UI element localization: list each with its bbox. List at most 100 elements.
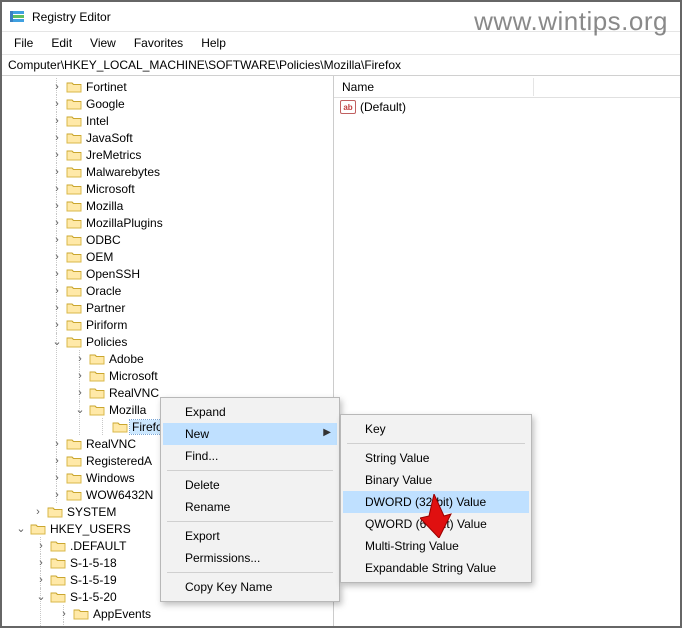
expand-icon[interactable]: › (50, 472, 64, 484)
expand-icon[interactable]: › (34, 557, 48, 569)
expand-icon[interactable]: › (57, 625, 71, 627)
expand-icon[interactable]: › (34, 574, 48, 586)
expand-icon[interactable]: › (50, 98, 64, 110)
ctx-find[interactable]: Find... (163, 445, 337, 467)
string-value-icon: ab (340, 100, 356, 114)
ctx-permissions[interactable]: Permissions... (163, 547, 337, 569)
collapse-icon[interactable]: ⌄ (50, 335, 64, 348)
tree-node[interactable]: › Google (56, 95, 333, 112)
expand-icon[interactable]: › (50, 166, 64, 178)
menu-bar: File Edit View Favorites Help (2, 32, 680, 55)
expand-icon[interactable]: › (50, 489, 64, 501)
tree-node[interactable]: › ODBC (56, 231, 333, 248)
tree-node[interactable]: › Microsoft (79, 367, 333, 384)
ctx-copy-key-name[interactable]: Copy Key Name (163, 576, 337, 598)
tree-node[interactable]: › MozillaPlugins (56, 214, 333, 231)
tree-node[interactable]: › Adobe (79, 350, 333, 367)
ctx-delete[interactable]: Delete (163, 474, 337, 496)
tree-node-label: Microsoft (107, 369, 160, 383)
expand-icon[interactable]: › (31, 506, 45, 518)
folder-icon (66, 182, 82, 196)
expand-icon[interactable]: › (50, 455, 64, 467)
tree-node[interactable]: › JavaSoft (56, 129, 333, 146)
expand-icon[interactable]: › (50, 132, 64, 144)
new-dword[interactable]: DWORD (32-bit) Value (343, 491, 529, 513)
collapse-icon[interactable]: ⌄ (73, 403, 87, 416)
expand-icon[interactable]: › (50, 268, 64, 280)
tree-node-label: Microsoft (84, 182, 137, 196)
expand-icon[interactable]: › (50, 183, 64, 195)
expand-icon[interactable]: › (50, 302, 64, 314)
tree-node[interactable]: › Piriform (56, 316, 333, 333)
ctx-expand[interactable]: Expand (163, 401, 337, 423)
tree-node-label: Mozilla (107, 403, 148, 417)
menu-view[interactable]: View (82, 34, 124, 52)
collapse-icon[interactable]: ⌄ (34, 590, 48, 603)
tree-node-label: S-1-5-20 (68, 590, 119, 604)
folder-icon (50, 556, 66, 570)
tree-node[interactable]: › Intel (56, 112, 333, 129)
menu-help[interactable]: Help (193, 34, 234, 52)
folder-icon (66, 131, 82, 145)
expand-icon[interactable]: › (50, 115, 64, 127)
collapse-icon[interactable]: ⌄ (14, 522, 28, 535)
tree-node-label: Console (91, 624, 139, 627)
value-name: (Default) (360, 100, 406, 114)
new-string[interactable]: String Value (343, 447, 529, 469)
expand-icon[interactable]: › (73, 387, 87, 399)
tree-node-label: Windows (84, 471, 137, 485)
menu-file[interactable]: File (6, 34, 41, 52)
expand-icon[interactable]: › (50, 200, 64, 212)
column-name[interactable]: Name (334, 78, 534, 96)
separator (167, 521, 333, 522)
expand-icon[interactable]: › (50, 217, 64, 229)
ctx-new[interactable]: New ▶ (163, 423, 337, 445)
tree-node[interactable]: › Microsoft (56, 180, 333, 197)
expand-icon[interactable]: › (34, 540, 48, 552)
expand-icon[interactable]: › (50, 319, 64, 331)
address-bar[interactable]: Computer\HKEY_LOCAL_MACHINE\SOFTWARE\Pol… (2, 55, 680, 76)
expand-icon[interactable]: › (50, 234, 64, 246)
ctx-export[interactable]: Export (163, 525, 337, 547)
tree-node[interactable]: › Partner (56, 299, 333, 316)
expand-icon[interactable]: › (50, 149, 64, 161)
expand-icon[interactable]: › (73, 370, 87, 382)
expand-icon[interactable]: › (73, 353, 87, 365)
tree-node[interactable]: › JreMetrics (56, 146, 333, 163)
expand-icon[interactable]: › (50, 81, 64, 93)
expand-icon[interactable]: › (57, 608, 71, 620)
tree-node-label: Fortinet (84, 80, 129, 94)
ctx-rename[interactable]: Rename (163, 496, 337, 518)
folder-icon (66, 80, 82, 94)
list-item[interactable]: ab (Default) (334, 98, 680, 116)
tree-node-label: Google (84, 97, 127, 111)
new-expandstring[interactable]: Expandable String Value (343, 557, 529, 579)
expand-icon[interactable]: › (50, 285, 64, 297)
tree-node[interactable]: › Fortinet (56, 78, 333, 95)
new-qword[interactable]: QWORD (64-bit) Value (343, 513, 529, 535)
tree-node[interactable]: › Oracle (56, 282, 333, 299)
tree-node[interactable]: › Malwarebytes (56, 163, 333, 180)
tree-node-label: Intel (84, 114, 111, 128)
new-binary[interactable]: Binary Value (343, 469, 529, 491)
menu-edit[interactable]: Edit (43, 34, 80, 52)
expand-icon[interactable]: › (50, 251, 64, 263)
menu-favorites[interactable]: Favorites (126, 34, 191, 52)
tree-node[interactable]: › Mozilla (56, 197, 333, 214)
expand-icon[interactable]: › (50, 438, 64, 450)
tree-node[interactable]: › OpenSSH (56, 265, 333, 282)
tree-node-label: AppEvents (91, 607, 153, 621)
tree-node[interactable]: › Console (63, 622, 333, 626)
folder-icon (73, 624, 89, 627)
address-text: Computer\HKEY_LOCAL_MACHINE\SOFTWARE\Pol… (8, 58, 401, 72)
tree-node[interactable]: › AppEvents (63, 605, 333, 622)
submenu-arrow-icon: ▶ (323, 427, 331, 438)
folder-icon (66, 301, 82, 315)
tree-node-label: MozillaPlugins (84, 216, 165, 230)
new-key[interactable]: Key (343, 418, 529, 440)
new-multistring[interactable]: Multi-String Value (343, 535, 529, 557)
tree-node-label: S-1-5-18 (68, 556, 119, 570)
tree-node-label: Oracle (84, 284, 123, 298)
tree-node[interactable]: › OEM (56, 248, 333, 265)
folder-icon (50, 539, 66, 553)
